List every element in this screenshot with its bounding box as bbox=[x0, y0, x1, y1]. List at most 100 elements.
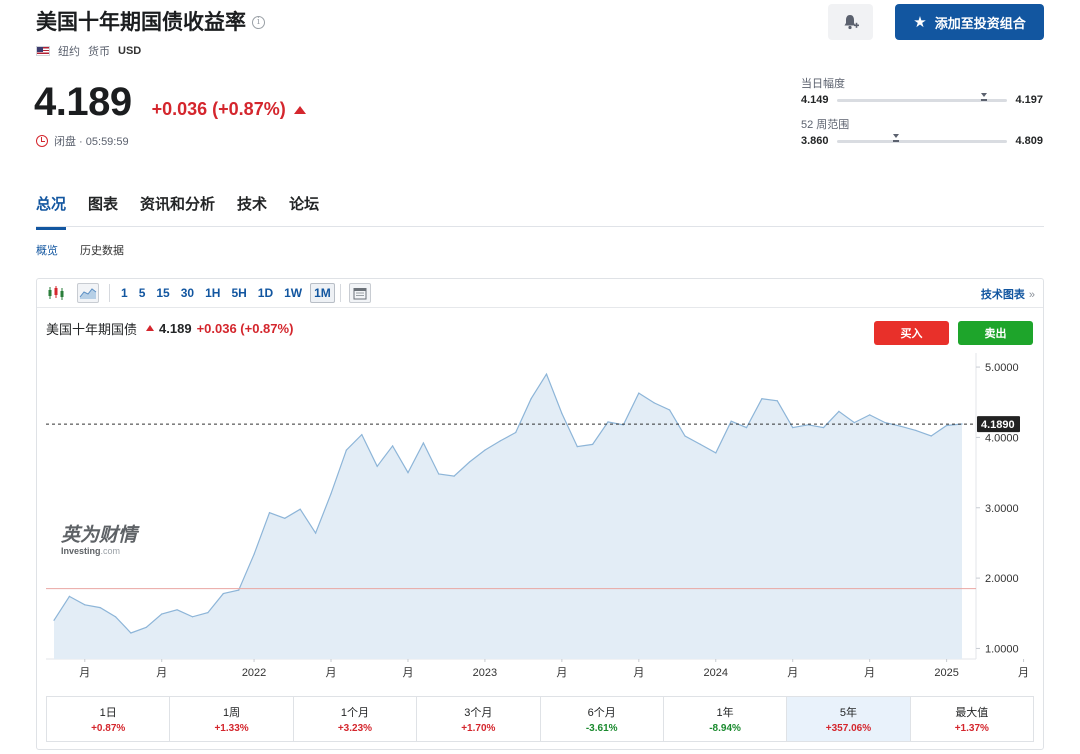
add-to-portfolio-label: 添加至投资组合 bbox=[934, 15, 1026, 31]
interval-1m[interactable]: 1M bbox=[310, 283, 335, 303]
data-point bbox=[838, 410, 840, 412]
chart-widget: 1 5 15 30 1H 5H 1D 1W 1M 技术图表» 美国十年期国债 4… bbox=[36, 278, 1044, 750]
day-range-track bbox=[836, 92, 1008, 102]
data-point bbox=[376, 465, 378, 467]
watermark-logo-sub: Investing.com bbox=[61, 546, 120, 556]
area-chart-icon[interactable] bbox=[77, 283, 99, 303]
add-to-portfolio-button[interactable]: ★ 添加至投资组合 bbox=[895, 4, 1044, 40]
data-point bbox=[53, 619, 55, 621]
period-1d[interactable]: 1日 +0.87% bbox=[47, 697, 171, 741]
candlestick-icon[interactable] bbox=[45, 283, 67, 303]
x-tick-label: 2023 bbox=[473, 667, 497, 679]
market-status: 闭盘 · 05:59:59 bbox=[36, 133, 129, 149]
data-point bbox=[853, 422, 855, 424]
tab-overview[interactable]: 总况 bbox=[36, 193, 67, 230]
tab-forum[interactable]: 论坛 bbox=[289, 193, 319, 228]
y-tick-label: 5.0000 bbox=[985, 362, 1019, 374]
data-point bbox=[515, 431, 517, 434]
data-point bbox=[561, 412, 563, 415]
subtab-historical-data[interactable]: 历史数据 bbox=[80, 242, 124, 258]
toolbar-separator bbox=[109, 284, 110, 302]
sell-button[interactable]: 卖出 bbox=[958, 321, 1033, 345]
period-1w[interactable]: 1周 +1.33% bbox=[170, 697, 294, 741]
subtab-overview[interactable]: 概览 bbox=[36, 242, 58, 258]
period-3m[interactable]: 3个月 +1.70% bbox=[417, 697, 541, 741]
week52-range-marker bbox=[893, 133, 900, 142]
watermark-logo: 英为财情 bbox=[61, 524, 140, 546]
data-point bbox=[699, 443, 702, 445]
week52-range-label: 52 周范围 bbox=[801, 119, 850, 131]
x-tick-label: 月 bbox=[864, 667, 875, 679]
period-max[interactable]: 最大值 +1.37% bbox=[911, 697, 1033, 741]
data-point bbox=[438, 473, 440, 475]
tab-chart[interactable]: 图表 bbox=[88, 193, 118, 228]
period-value: +1.37% bbox=[954, 723, 989, 734]
data-point bbox=[869, 414, 871, 416]
interval-1w[interactable]: 1W bbox=[281, 284, 305, 302]
period-1y[interactable]: 1年 -8.94% bbox=[664, 697, 788, 741]
y-tick-label: 2.0000 bbox=[985, 573, 1019, 585]
period-6m[interactable]: 6个月 -3.61% bbox=[541, 697, 664, 741]
tabs-divider bbox=[36, 226, 1044, 227]
data-point bbox=[822, 427, 825, 429]
data-point bbox=[484, 449, 486, 451]
yield-area-chart[interactable]: 英为财情 Investing.com 5.0000 4.0000 3.0000 2.0… bbox=[37, 349, 1043, 689]
week52-range: 52 周范围 3.860 4.809 bbox=[801, 116, 1043, 147]
x-tick-label: 2024 bbox=[704, 667, 728, 679]
interval-5h[interactable]: 5H bbox=[228, 284, 249, 302]
data-point bbox=[499, 440, 501, 442]
interval-1d[interactable]: 1D bbox=[255, 284, 276, 302]
data-point bbox=[253, 553, 255, 555]
data-point bbox=[361, 434, 363, 436]
interval-1[interactable]: 1 bbox=[118, 284, 131, 302]
y-tick-label: 4.0000 bbox=[985, 432, 1019, 444]
x-tick-label: 月 bbox=[1018, 667, 1029, 679]
data-point bbox=[899, 425, 902, 427]
interval-1h[interactable]: 1H bbox=[202, 284, 223, 302]
legend-instrument-name: 美国十年期国债 bbox=[46, 322, 138, 337]
period-5y[interactable]: 5年 +357.06% bbox=[787, 697, 911, 741]
up-arrow-icon bbox=[146, 325, 155, 331]
period-label: 1个月 bbox=[340, 707, 369, 719]
calendar-icon[interactable] bbox=[348, 283, 371, 303]
interval-5[interactable]: 5 bbox=[136, 284, 149, 302]
technical-chart-link[interactable]: 技术图表» bbox=[981, 286, 1035, 302]
interval-15[interactable]: 15 bbox=[153, 284, 172, 302]
data-point bbox=[792, 427, 794, 429]
legend-price: 4.189 bbox=[159, 321, 192, 336]
create-alert-button[interactable] bbox=[828, 4, 873, 40]
x-tick-label: 月 bbox=[402, 667, 413, 679]
period-value: +1.33% bbox=[214, 723, 249, 734]
data-point bbox=[930, 435, 932, 437]
data-point bbox=[545, 373, 548, 375]
data-point bbox=[961, 423, 963, 425]
clock-icon bbox=[36, 135, 48, 147]
data-point bbox=[715, 452, 717, 454]
data-point bbox=[345, 449, 347, 451]
data-point bbox=[161, 613, 163, 615]
double-chevron-right-icon: » bbox=[1028, 289, 1035, 301]
tab-news-analysis[interactable]: 资讯和分析 bbox=[140, 193, 215, 228]
x-tick-label: 月 bbox=[787, 667, 798, 679]
buy-button[interactable]: 买入 bbox=[874, 321, 949, 345]
tab-technical[interactable]: 技术 bbox=[237, 193, 267, 228]
data-point bbox=[422, 442, 424, 444]
data-point bbox=[684, 435, 686, 437]
week52-range-high: 4.809 bbox=[1015, 135, 1043, 147]
day-range-marker bbox=[980, 92, 987, 101]
period-1m[interactable]: 1个月 +3.23% bbox=[294, 697, 418, 741]
period-value: +3.23% bbox=[337, 723, 373, 734]
week52-range-low: 3.860 bbox=[801, 135, 829, 147]
x-tick-label: 月 bbox=[326, 667, 337, 679]
period-label: 最大值 bbox=[955, 707, 989, 719]
data-point bbox=[730, 420, 732, 422]
price-row: 4.189 +0.036 (+0.87%) bbox=[34, 80, 306, 125]
data-point bbox=[191, 616, 194, 618]
info-icon[interactable]: i bbox=[252, 15, 265, 29]
data-point bbox=[407, 472, 409, 474]
chart-legend: 美国十年期国债 4.189 +0.036 (+0.87%) bbox=[46, 319, 293, 338]
data-point bbox=[946, 424, 948, 427]
market-status-text: 闭盘 · 05:59:59 bbox=[54, 136, 129, 148]
interval-30[interactable]: 30 bbox=[178, 284, 197, 302]
data-point bbox=[468, 461, 471, 463]
